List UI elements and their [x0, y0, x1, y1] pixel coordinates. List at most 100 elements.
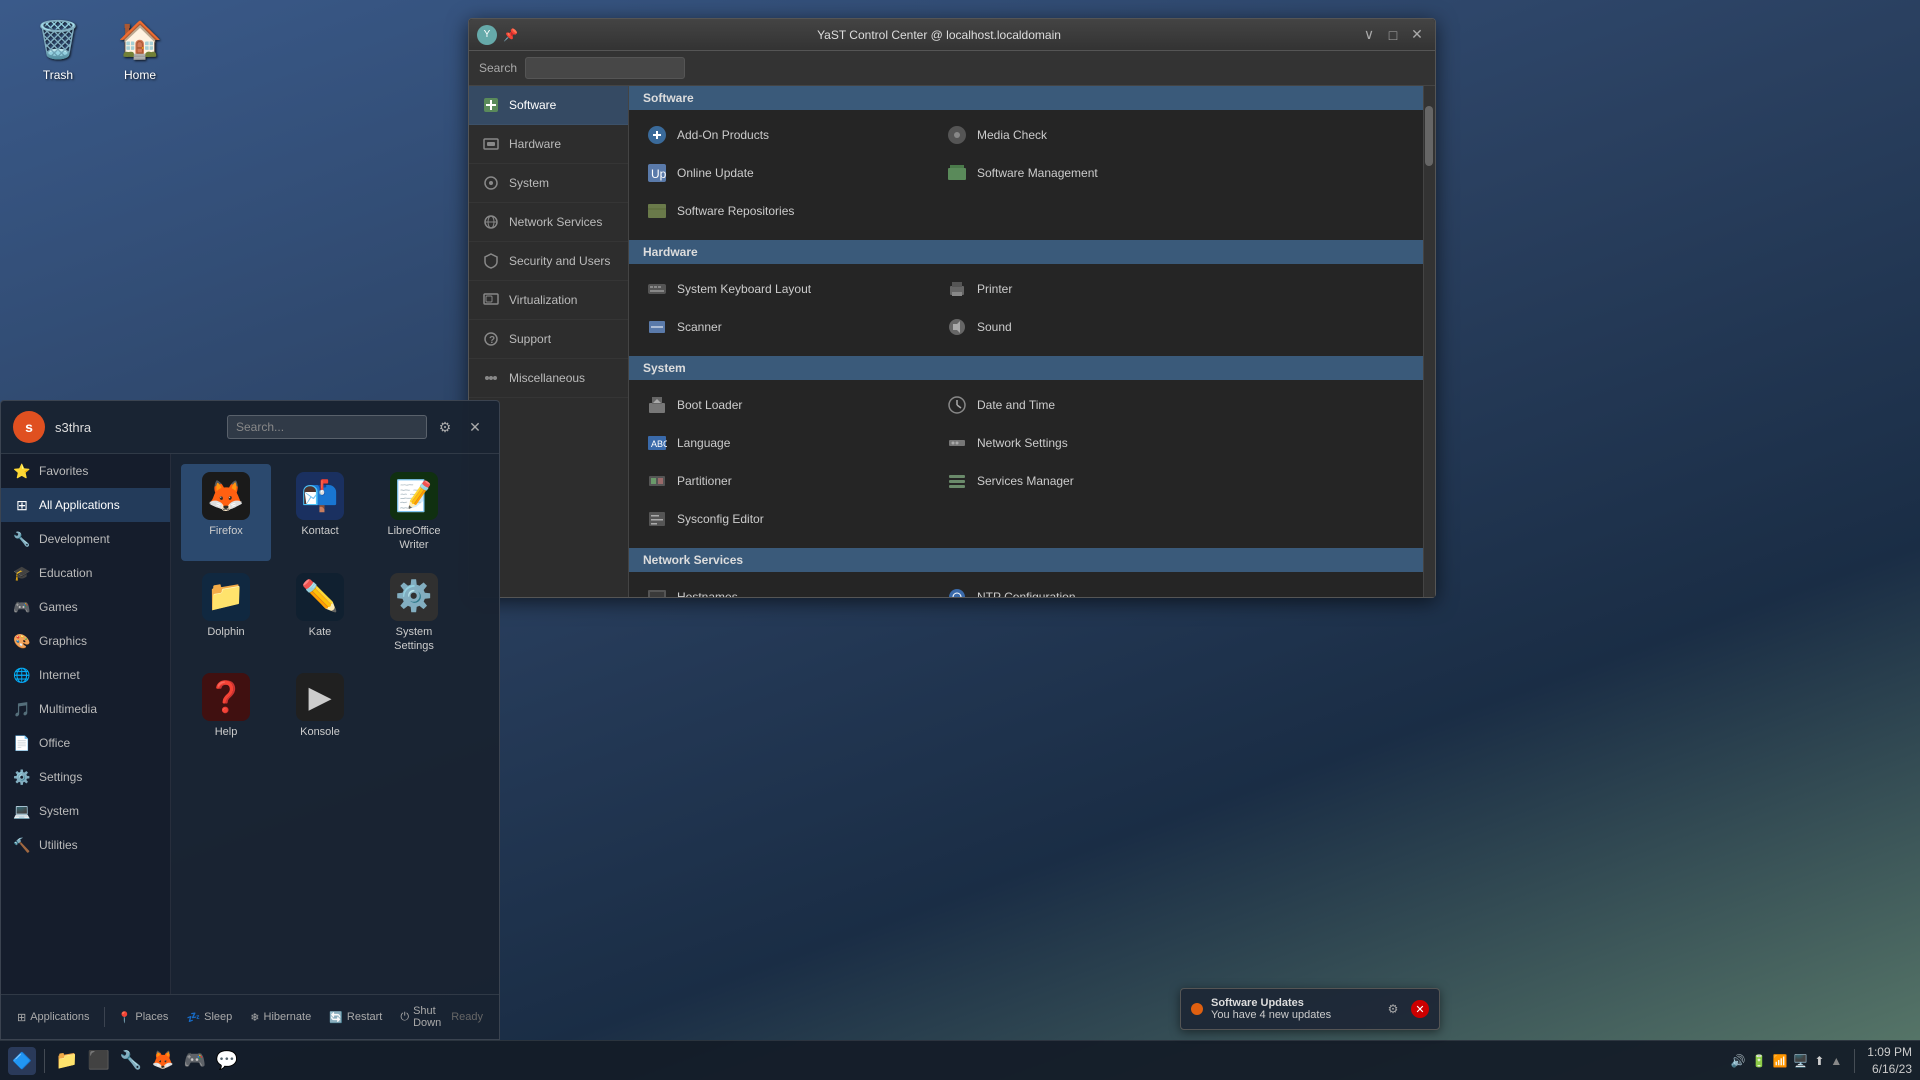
yast-nav-virtualization[interactable]: Virtualization: [469, 281, 628, 320]
taskbar-app-chat[interactable]: 💬: [213, 1047, 241, 1075]
footer-btn-applications[interactable]: ⊞ Applications: [9, 1007, 98, 1028]
taskbar-right-area: 🔊 🔋 📶 🖥️ ⬆ ▲ 1:09 PM 6/16/23: [1731, 1044, 1912, 1078]
yast-item-add-on-products[interactable]: Add-On Products: [635, 116, 935, 154]
help-app-icon: ❓: [202, 673, 250, 721]
yast-nav-virt-label: Virtualization: [509, 293, 577, 307]
app-item-kate[interactable]: ✏️ Kate: [275, 565, 365, 662]
svg-text:ABC: ABC: [651, 439, 667, 449]
systray-expand-icon[interactable]: ▲: [1830, 1054, 1842, 1068]
yast-scrollbar[interactable]: [1423, 86, 1435, 597]
yast-scroll-thumb[interactable]: [1425, 106, 1433, 166]
yast-item-scanner[interactable]: Scanner: [635, 308, 935, 346]
konsole-app-icon: ▶: [296, 673, 344, 721]
sidebar-item-education[interactable]: 🎓 Education: [1, 556, 170, 590]
yast-item-date-time[interactable]: Date and Time: [935, 386, 1235, 424]
app-item-libreoffice[interactable]: 📝 LibreOffice Writer: [369, 464, 459, 561]
yast-nav-misc[interactable]: Miscellaneous: [469, 359, 628, 398]
systray-display-icon[interactable]: 🖥️: [1793, 1054, 1808, 1068]
software-management-label: Software Management: [977, 166, 1098, 180]
sidebar-item-games[interactable]: 🎮 Games: [1, 590, 170, 624]
yast-minimize-button[interactable]: ∨: [1359, 25, 1379, 45]
app-item-firefox[interactable]: 🦊 Firefox: [181, 464, 271, 561]
yast-item-boot-loader[interactable]: Boot Loader: [635, 386, 935, 424]
taskbar-app-settings[interactable]: 🔧: [117, 1047, 145, 1075]
yast-item-network-settings[interactable]: Network Settings: [935, 424, 1235, 462]
footer-btn-restart[interactable]: 🔄 Restart: [321, 1007, 390, 1028]
yast-item-language[interactable]: ABC Language: [635, 424, 935, 462]
yast-pin-icon[interactable]: 📌: [503, 27, 519, 43]
yast-item-hostnames[interactable]: Hostnames: [635, 578, 935, 597]
sidebar-item-utilities[interactable]: 🔨 Utilities: [1, 828, 170, 862]
yast-item-sound[interactable]: Sound: [935, 308, 1235, 346]
yast-nav-system[interactable]: System: [469, 164, 628, 203]
footer-btn-sleep[interactable]: 💤 Sleep: [178, 1007, 240, 1028]
launcher-settings-icon[interactable]: ⚙: [433, 415, 457, 439]
yast-item-software-management[interactable]: Software Management: [935, 154, 1235, 192]
help-app-label: Help: [215, 725, 238, 739]
desktop-icon-home[interactable]: 🏠 Home: [100, 10, 180, 88]
yast-item-services-manager[interactable]: Services Manager: [935, 462, 1235, 500]
yast-nav-hardware-icon: [481, 134, 501, 154]
kontact-app-icon: 📬: [296, 472, 344, 520]
yast-item-software-repos[interactable]: Software Repositories: [635, 192, 935, 230]
sidebar-item-development[interactable]: 🔧 Development: [1, 522, 170, 556]
systray-update-icon[interactable]: ⬆: [1814, 1054, 1824, 1068]
sidebar-item-all-applications[interactable]: ⊞ All Applications: [1, 488, 170, 522]
yast-nav-hardware[interactable]: Hardware: [469, 125, 628, 164]
desktop-icon-trash[interactable]: 🗑️ Trash: [18, 10, 98, 88]
yast-maximize-button[interactable]: □: [1383, 25, 1403, 45]
systray-battery-icon[interactable]: 🔋: [1751, 1054, 1766, 1068]
app-item-system-settings[interactable]: ⚙️ System Settings: [369, 565, 459, 662]
sidebar-item-office[interactable]: 📄 Office: [1, 726, 170, 760]
sw-update-close-button[interactable]: ✕: [1411, 1000, 1429, 1018]
yast-item-printer[interactable]: Printer: [935, 270, 1235, 308]
desktop-icon-home-label: Home: [124, 68, 156, 82]
sidebar-item-multimedia[interactable]: 🎵 Multimedia: [1, 692, 170, 726]
footer-btn-hibernate[interactable]: ❄ Hibernate: [242, 1007, 319, 1028]
yast-nav-support[interactable]: ? Support: [469, 320, 628, 359]
app-item-help[interactable]: ❓ Help: [181, 665, 271, 747]
yast-item-ntp[interactable]: NTP Configuration: [935, 578, 1235, 597]
yast-close-button[interactable]: ✕: [1407, 25, 1427, 45]
hibernate-footer-label: Hibernate: [264, 1011, 312, 1023]
language-label: Language: [677, 436, 730, 450]
taskbar-app-game[interactable]: 🎮: [181, 1047, 209, 1075]
taskbar-app-files[interactable]: 📁: [53, 1047, 81, 1075]
yast-item-keyboard[interactable]: System Keyboard Layout: [635, 270, 935, 308]
applications-footer-icon: ⊞: [17, 1011, 26, 1024]
yast-nav-security[interactable]: Security and Users: [469, 242, 628, 281]
online-update-label: Online Update: [677, 166, 754, 180]
sidebar-item-internet[interactable]: 🌐 Internet: [1, 658, 170, 692]
yast-item-sysconfig[interactable]: Sysconfig Editor: [635, 500, 935, 538]
yast-item-media-check[interactable]: Media Check: [935, 116, 1235, 154]
yast-item-partitioner[interactable]: Partitioner: [635, 462, 935, 500]
yast-nav-security-label: Security and Users: [509, 254, 610, 268]
sidebar-item-graphics[interactable]: 🎨 Graphics: [1, 624, 170, 658]
settings-icon: ⚙️: [13, 768, 31, 786]
taskbar-app-firefox[interactable]: 🦊: [149, 1047, 177, 1075]
launcher-close-icon[interactable]: ✕: [463, 415, 487, 439]
sw-update-title: Software Updates: [1211, 997, 1375, 1009]
footer-btn-shutdown[interactable]: ⏻ Shut Down: [392, 1001, 449, 1033]
sysconfig-label: Sysconfig Editor: [677, 512, 764, 526]
yast-nav-software[interactable]: Software: [469, 86, 628, 125]
sidebar-item-settings[interactable]: ⚙️ Settings: [1, 760, 170, 794]
sw-update-settings-icon[interactable]: ⚙: [1383, 999, 1403, 1019]
yast-nav-network-services[interactable]: Network Services: [469, 203, 628, 242]
yast-search-input[interactable]: [525, 57, 685, 79]
sleep-footer-label: Sleep: [204, 1011, 232, 1023]
footer-btn-places[interactable]: 📍 Places: [110, 1007, 177, 1028]
taskbar-app-terminal[interactable]: ⬛: [85, 1047, 113, 1075]
sidebar-item-favorites[interactable]: ⭐ Favorites: [1, 454, 170, 488]
systray-volume-icon[interactable]: 🔊: [1731, 1054, 1746, 1068]
launcher-search-input[interactable]: [227, 415, 427, 439]
sidebar-item-system[interactable]: 💻 System: [1, 794, 170, 828]
applications-footer-label: Applications: [30, 1011, 89, 1023]
app-item-konsole[interactable]: ▶ Konsole: [275, 665, 365, 747]
systray-network-icon[interactable]: 📶: [1772, 1054, 1787, 1068]
yast-item-online-update[interactable]: Up Online Update: [635, 154, 935, 192]
app-item-kontact[interactable]: 📬 Kontact: [275, 464, 365, 561]
services-manager-icon: [945, 469, 969, 493]
app-item-dolphin[interactable]: 📁 Dolphin: [181, 565, 271, 662]
taskbar-launcher-button[interactable]: 🔷: [8, 1047, 36, 1075]
